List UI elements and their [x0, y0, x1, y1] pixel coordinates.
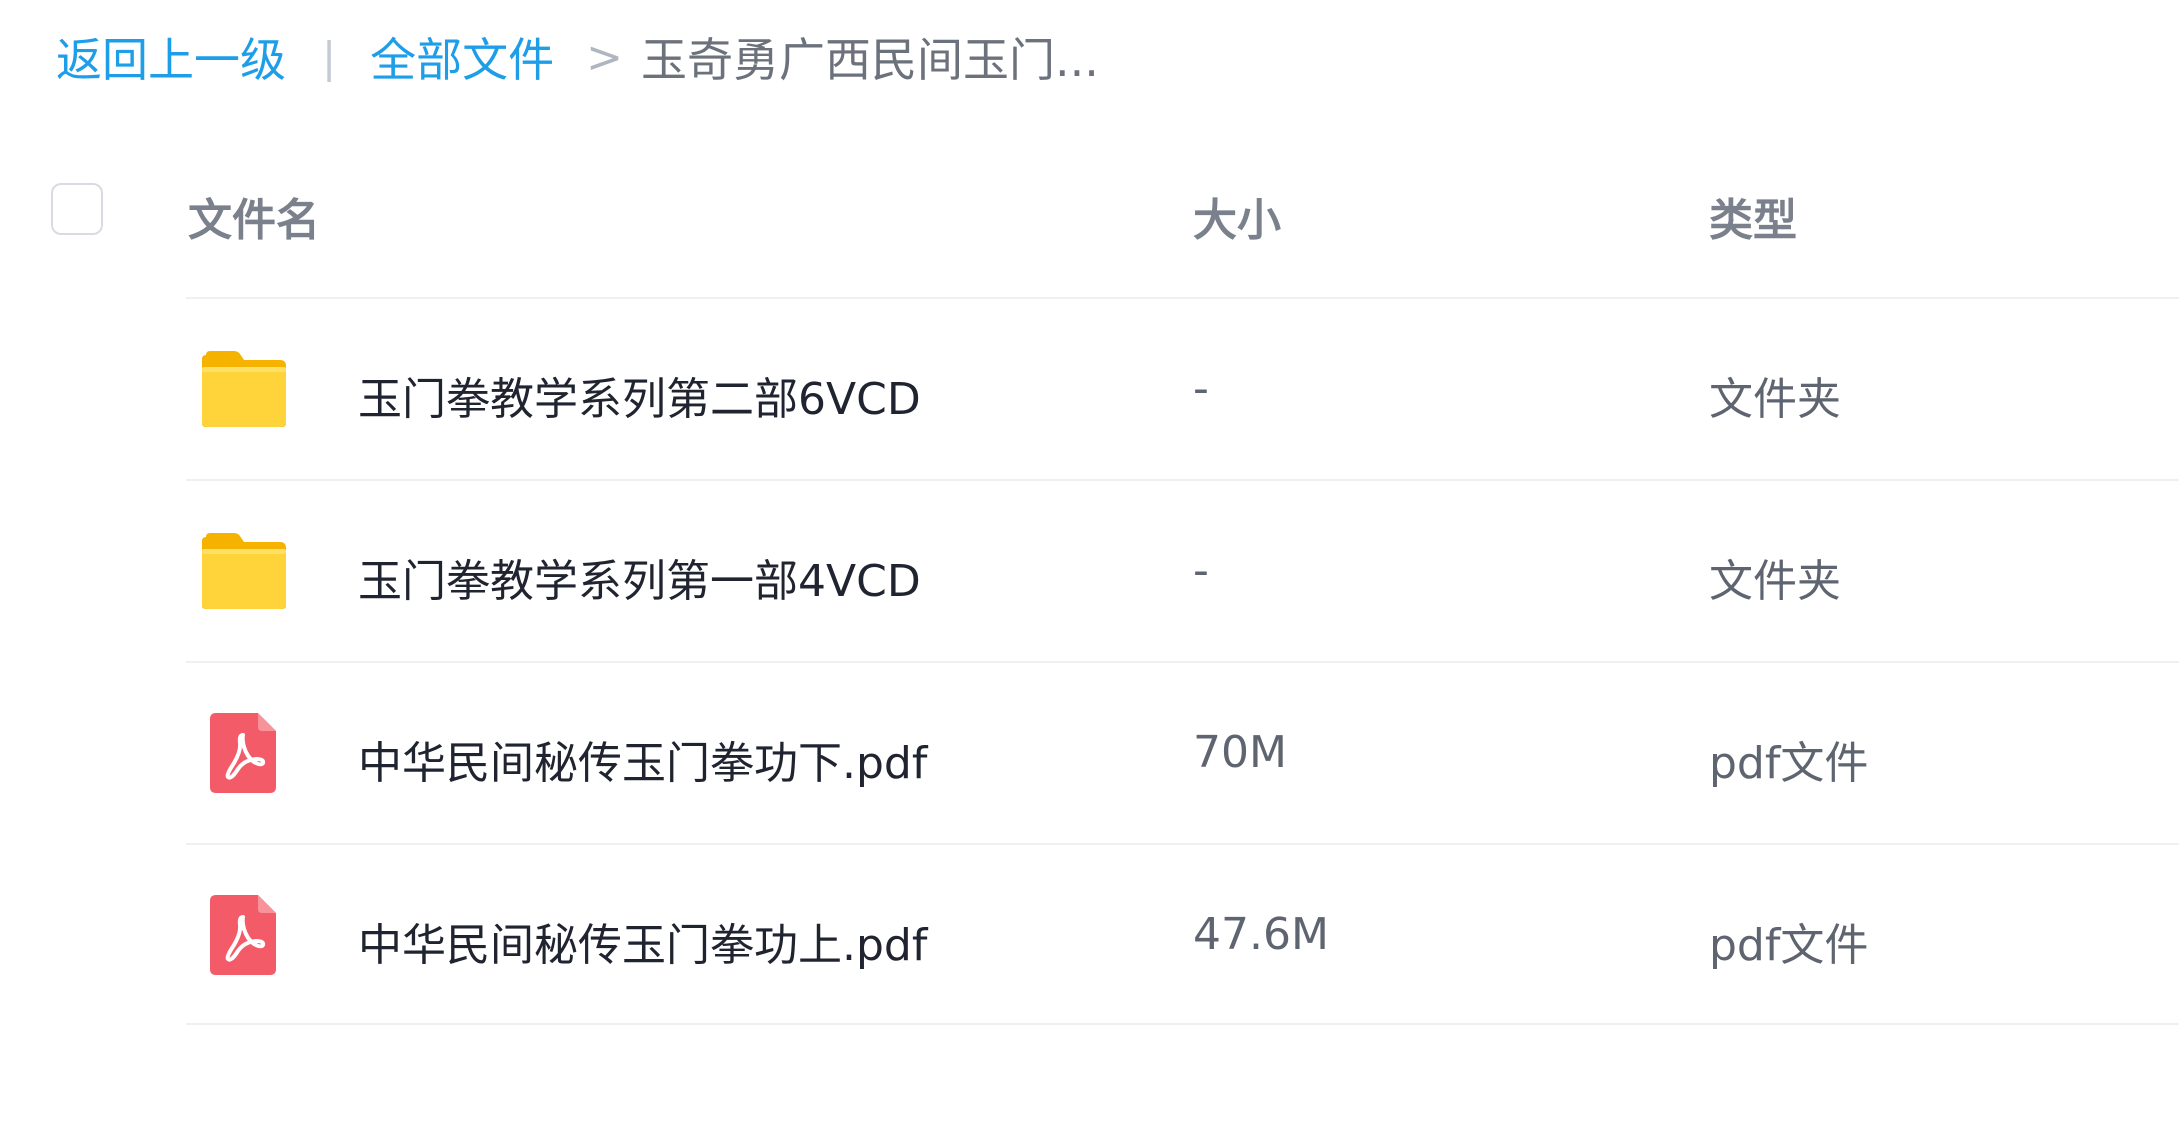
file-size: - [1193, 363, 1209, 414]
breadcrumb-divider: | [322, 32, 337, 82]
file-type: 文件夹 [1709, 374, 1841, 425]
file-size: 47.6M [1193, 909, 1329, 960]
folder-icon [200, 349, 288, 429]
column-header-size[interactable]: 大小 [1193, 184, 1281, 248]
file-name[interactable]: 玉门拳教学系列第二部6VCD [358, 363, 921, 427]
file-name[interactable]: 中华民间秘传玉门拳功上.pdf [358, 909, 927, 973]
file-type: pdf文件 [1709, 738, 1869, 789]
file-row[interactable]: 玉门拳教学系列第一部4VCD - 文件夹 [186, 479, 2179, 661]
folder-icon [200, 531, 288, 611]
file-row[interactable]: 中华民间秘传玉门拳功下.pdf 70M pdf文件 [186, 661, 2179, 843]
column-header-type[interactable]: 类型 [1709, 184, 1797, 248]
file-type: pdf文件 [1709, 920, 1869, 971]
back-link[interactable]: 返回上一级 [56, 24, 286, 90]
table-header: 文件名 大小 类型 [0, 170, 2179, 300]
pdf-icon [210, 895, 276, 975]
file-type: 文件夹 [1709, 556, 1841, 607]
file-name[interactable]: 中华民间秘传玉门拳功下.pdf [358, 727, 927, 791]
file-name[interactable]: 玉门拳教学系列第一部4VCD [358, 545, 921, 609]
file-list: 玉门拳教学系列第二部6VCD - 文件夹 玉门拳教学系列第一部4VCD - 文件… [186, 297, 2179, 1025]
file-row[interactable]: 中华民间秘传玉门拳功上.pdf 47.6M pdf文件 [186, 843, 2179, 1025]
select-all-checkbox[interactable] [51, 183, 103, 235]
breadcrumb-separator-icon: > [586, 31, 624, 83]
file-row[interactable]: 玉门拳教学系列第二部6VCD - 文件夹 [186, 297, 2179, 479]
all-files-link[interactable]: 全部文件 [370, 24, 554, 90]
file-size: - [1193, 545, 1209, 596]
column-header-name[interactable]: 文件名 [188, 184, 320, 248]
breadcrumb: 返回上一级 | 全部文件 > 玉奇勇广西民间玉门... [56, 22, 1099, 92]
file-size: 70M [1193, 727, 1287, 778]
pdf-icon [210, 713, 276, 793]
current-folder-label: 玉奇勇广西民间玉门... [641, 33, 1099, 87]
